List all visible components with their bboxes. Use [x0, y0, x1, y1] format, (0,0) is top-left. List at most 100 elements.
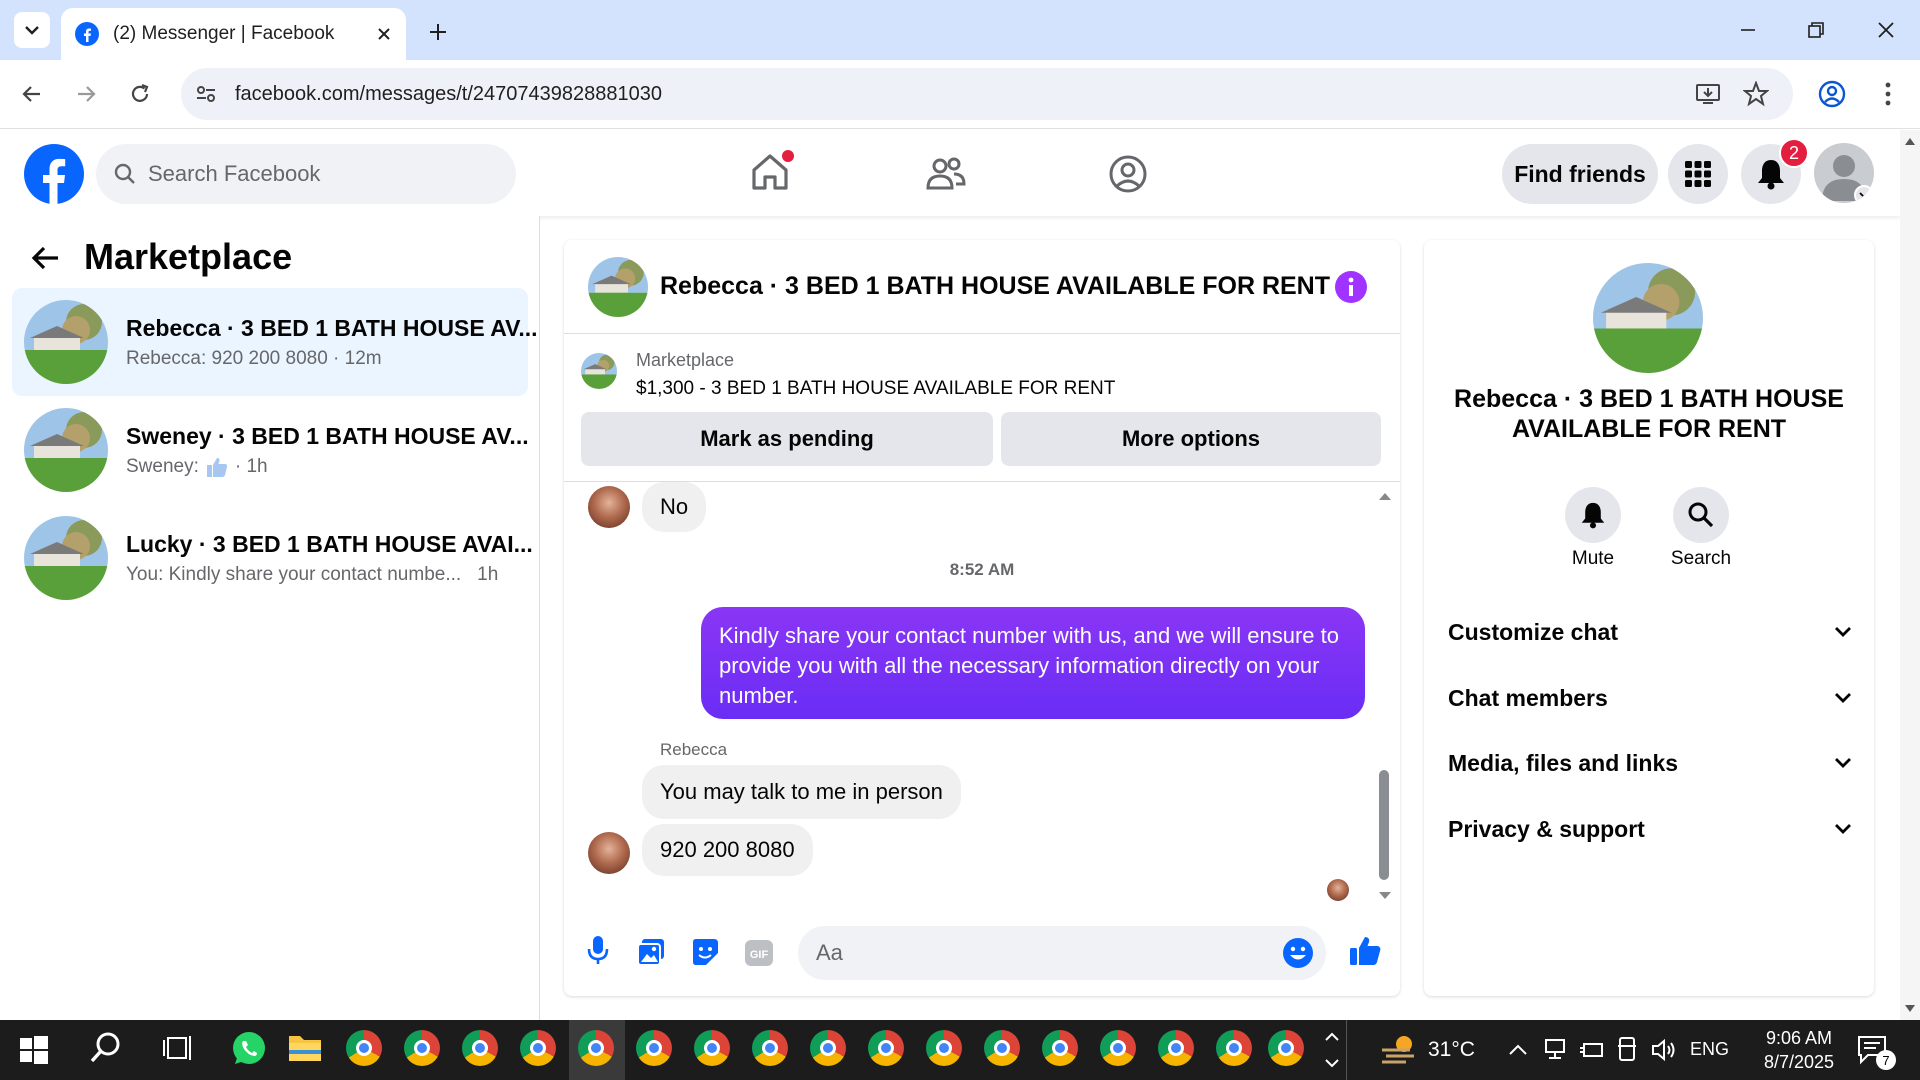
install-app-icon[interactable] [1695, 82, 1721, 106]
notification-center[interactable]: 7 [1856, 1034, 1896, 1070]
tab-search-button[interactable] [14, 12, 50, 48]
start-button[interactable] [16, 1030, 56, 1070]
close-tab-icon[interactable] [376, 26, 392, 42]
nav-profile[interactable] [1106, 152, 1156, 198]
send-like-button[interactable] [1348, 934, 1384, 970]
attach-photo-button[interactable] [636, 937, 670, 969]
section-privacy-support[interactable]: Privacy & support [1448, 809, 1852, 849]
scroll-down-arrow[interactable] [1378, 888, 1392, 900]
restore-button[interactable] [1796, 12, 1836, 48]
section-media-files-links[interactable]: Media, files and links [1448, 743, 1852, 783]
plus-icon [430, 24, 446, 40]
chat-avatar[interactable] [588, 257, 648, 317]
back-button[interactable] [14, 76, 50, 112]
chat-panel: Rebecca · 3 BED 1 BATH HOUSE AVAILABLE F… [564, 240, 1400, 996]
search-in-conversation-button[interactable] [1673, 487, 1729, 543]
sticker-button[interactable] [690, 937, 722, 969]
chrome-app-1[interactable] [346, 1030, 386, 1070]
rebecca-avatar[interactable] [588, 832, 630, 874]
search-facebook-input[interactable]: Search Facebook [96, 144, 516, 204]
chrome-app-10[interactable] [868, 1030, 908, 1070]
section-chat-members[interactable]: Chat members [1448, 678, 1852, 718]
chrome-app-15[interactable] [1158, 1030, 1198, 1070]
rebecca-avatar[interactable] [588, 486, 630, 528]
chat-scrollbar-thumb[interactable] [1379, 770, 1389, 880]
chrome-app-4[interactable] [520, 1030, 560, 1070]
search-button[interactable] [88, 1030, 128, 1070]
taskbar-scroll[interactable] [1322, 1026, 1346, 1074]
new-tab-button[interactable] [420, 14, 456, 50]
weather-widget[interactable] [1378, 1032, 1418, 1068]
notification-center-count: 7 [1876, 1050, 1896, 1070]
file-explorer-app[interactable] [286, 1030, 326, 1070]
forward-button[interactable] [68, 76, 104, 112]
gif-button[interactable]: GIF [744, 939, 776, 967]
chrome-app-16[interactable] [1216, 1030, 1256, 1070]
chrome-app-13[interactable] [1042, 1030, 1082, 1070]
page-scrollbar[interactable] [1900, 130, 1920, 1020]
profile-button[interactable] [1814, 76, 1850, 112]
back-to-chats-button[interactable] [30, 242, 70, 282]
battery-status[interactable] [1578, 1038, 1606, 1062]
input-language[interactable]: ENG [1690, 1039, 1729, 1060]
chrome-app-8[interactable] [752, 1030, 792, 1070]
mute-button[interactable] [1565, 487, 1621, 543]
url-bar[interactable]: facebook.com/messages/t/2470743982888103… [181, 68, 1793, 120]
network-icon [1545, 1039, 1565, 1059]
site-settings-icon[interactable] [195, 83, 217, 105]
chrome-app-9[interactable] [810, 1030, 850, 1070]
minimize-button[interactable] [1728, 12, 1768, 48]
info-avatar[interactable] [1593, 263, 1703, 373]
message-no: No [642, 482, 707, 532]
conversation-lucky[interactable]: Lucky · 3 BED 1 BATH HOUSE AVAI... You: … [12, 504, 533, 612]
more-options-button[interactable]: More options [1001, 412, 1381, 466]
message-input[interactable]: Aa [798, 926, 1326, 980]
notifications-button[interactable]: 2 [1741, 138, 1809, 204]
conversation-sweney[interactable]: Sweney · 3 BED 1 BATH HOUSE AV... Sweney… [12, 396, 529, 504]
scroll-up-arrow[interactable] [1378, 488, 1392, 500]
facebook-logo-icon[interactable] [24, 144, 84, 204]
chrome-app-12[interactable] [984, 1030, 1024, 1070]
voice-clip-button[interactable] [586, 934, 616, 970]
nav-friends[interactable] [924, 152, 974, 198]
chrome-menu-button[interactable] [1870, 76, 1906, 112]
chrome-app-7[interactable] [694, 1030, 734, 1070]
network-status[interactable] [1542, 1038, 1568, 1062]
reload-button[interactable] [122, 76, 158, 112]
chrome-app-11[interactable] [926, 1030, 966, 1070]
account-chevron[interactable] [1854, 185, 1874, 203]
browser-tab[interactable]: (2) Messenger | Facebook [61, 8, 406, 60]
chrome-app-14[interactable] [1100, 1030, 1140, 1070]
chrome-app-17[interactable] [1268, 1030, 1308, 1070]
volume-control[interactable] [1650, 1038, 1678, 1062]
gif-icon: GIF [745, 940, 773, 966]
nav-home[interactable] [740, 150, 800, 200]
task-view-button[interactable] [162, 1030, 202, 1070]
conversation-info-button[interactable] [1335, 271, 1367, 303]
thumbs-up-icon [1350, 937, 1381, 965]
show-hidden-icons[interactable] [1508, 1036, 1532, 1064]
bookmark-star-icon[interactable] [1743, 81, 1769, 107]
chrome-app-6[interactable] [636, 1030, 676, 1070]
account-avatar[interactable] [1814, 143, 1874, 203]
emoji-icon[interactable] [1282, 937, 1314, 969]
profile-icon [1818, 80, 1846, 108]
close-window-button[interactable] [1866, 12, 1906, 48]
listing-thumbnail-small[interactable] [581, 353, 617, 389]
clock[interactable]: 9:06 AM 8/7/2025 [1744, 1026, 1854, 1074]
whatsapp-app[interactable] [230, 1030, 270, 1070]
chat-title[interactable]: Rebecca · 3 BED 1 BATH HOUSE AVAILABLE F… [660, 272, 1330, 301]
chrome-app-3[interactable] [462, 1030, 502, 1070]
conversation-rebecca[interactable]: Rebecca · 3 BED 1 BATH HOUSE AV... Rebec… [12, 288, 538, 396]
mark-as-pending-button[interactable]: Mark as pending [581, 412, 993, 466]
chrome-app-5-active[interactable] [578, 1030, 618, 1070]
find-friends-button[interactable]: Find friends [1502, 144, 1658, 204]
weather-temperature[interactable]: 31°C [1428, 1038, 1475, 1062]
menu-button[interactable] [1668, 144, 1728, 204]
section-customize-chat[interactable]: Customize chat [1448, 612, 1852, 652]
triangle-up-icon[interactable] [1904, 136, 1916, 146]
device-status[interactable] [1616, 1036, 1642, 1064]
chrome-app-2[interactable] [404, 1030, 444, 1070]
triangle-down-icon[interactable] [1904, 1004, 1916, 1014]
listing-title[interactable]: $1,300 - 3 BED 1 BATH HOUSE AVAILABLE FO… [636, 378, 1115, 400]
